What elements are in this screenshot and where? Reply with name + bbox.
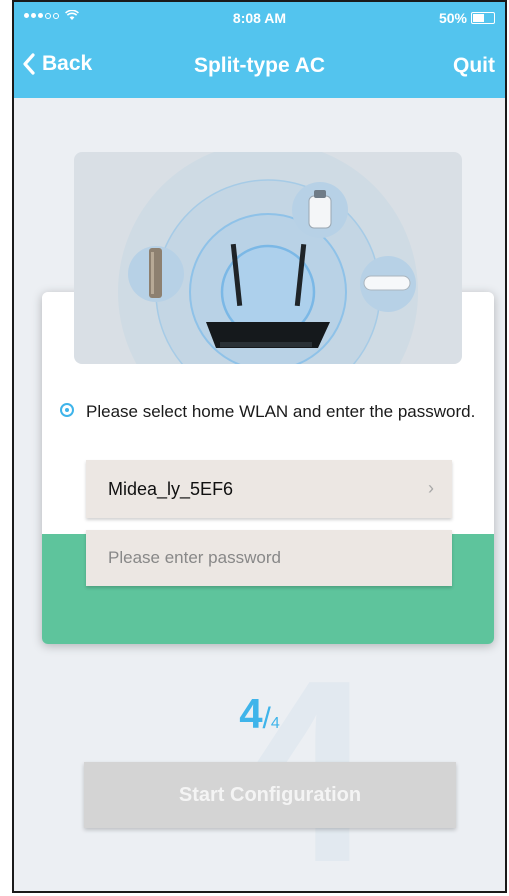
wlan-instruction: Please select home WLAN and enter the pa… <box>60 402 480 422</box>
status-battery: 50% <box>439 10 495 26</box>
back-label: Back <box>42 52 93 75</box>
password-input[interactable] <box>86 530 452 586</box>
battery-percent: 50% <box>438 10 467 26</box>
wlan-select[interactable]: Midea_ly_5EF6 › <box>86 460 452 518</box>
nav-bar: Back Split-type AC Quit <box>14 52 505 88</box>
step-total: 4 <box>270 715 280 732</box>
tower-speaker-icon <box>149 248 162 298</box>
back-button[interactable]: Back <box>22 52 92 76</box>
wlan-selected-value: Midea_ly_5EF6 <box>108 478 234 499</box>
step-current: 4 <box>239 690 263 737</box>
back-chevron-icon <box>23 53 35 75</box>
status-bar: 8:08 AM 50% <box>14 10 505 30</box>
chevron-right-icon: › <box>428 478 434 498</box>
step-indicator: 4/4 <box>14 690 505 738</box>
split-ac-icon <box>363 275 411 291</box>
instruction-text: Please select home WLAN and enter the pa… <box>86 402 476 421</box>
status-time: 8:08 AM <box>232 10 287 26</box>
quit-button[interactable]: Quit <box>453 54 495 78</box>
radio-selected-icon[interactable] <box>60 403 74 417</box>
app-header: 8:08 AM 50% Back Split-type AC Quit <box>14 2 505 98</box>
start-configuration-button[interactable]: Start Configuration <box>84 762 456 828</box>
network-illustration <box>74 152 462 364</box>
step-separator: / <box>262 702 271 735</box>
battery-icon <box>471 12 495 24</box>
phone-screen: 8:08 AM 50% Back Split-type AC Quit Plea… <box>12 0 507 893</box>
